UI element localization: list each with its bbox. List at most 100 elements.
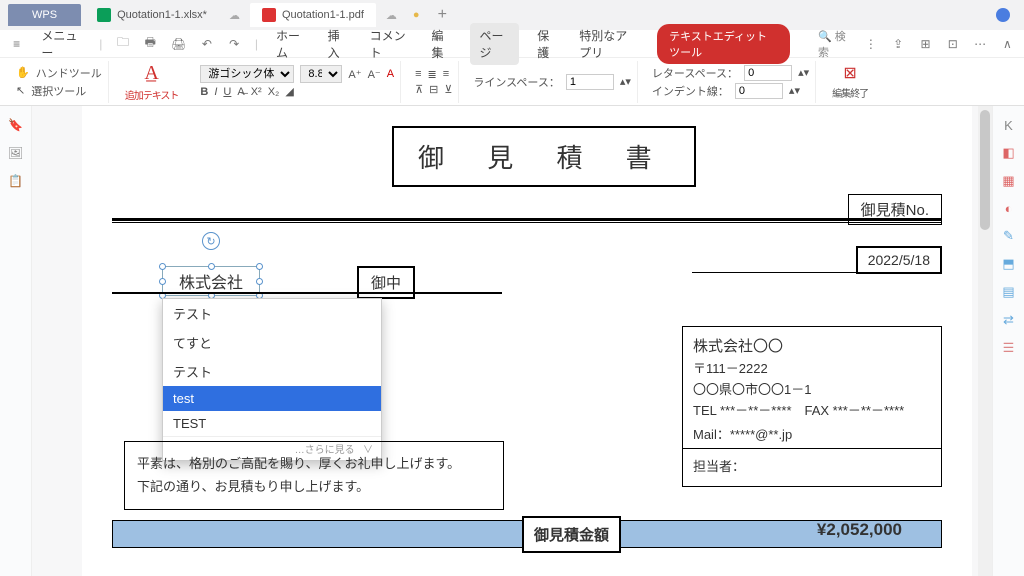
ime-candidate[interactable]: テスト — [163, 299, 381, 328]
tab-xlsx[interactable]: Quotation1-1.xlsx* — [85, 3, 219, 27]
menu-protect[interactable]: 保護 — [533, 27, 561, 61]
tool-icon[interactable]: ⬒ — [1002, 256, 1014, 272]
redo-icon[interactable]: ↷ — [228, 37, 241, 51]
resize-handle[interactable] — [256, 263, 263, 270]
image-icon[interactable]: 🖼 — [8, 146, 23, 160]
hamburger-icon[interactable]: ≡ — [10, 37, 23, 51]
valign-top-icon[interactable]: ⊼ — [415, 83, 423, 96]
select-tool[interactable]: 選択ツール — [31, 83, 86, 99]
share-icon[interactable]: ⇪ — [892, 37, 905, 51]
tool-icon[interactable]: ✎ — [1003, 228, 1014, 244]
divider — [112, 222, 942, 223]
align-right-icon[interactable]: ≡ — [443, 68, 449, 80]
cloud-icon: ☁ — [229, 9, 240, 22]
menu-textedit[interactable]: テキストエディットツール — [657, 24, 790, 64]
tool-icon[interactable]: ▤ — [1002, 284, 1014, 300]
scrollbar[interactable] — [978, 106, 992, 576]
shrink-font-icon[interactable]: A⁻ — [368, 68, 381, 81]
company-info-box: 株式会社〇〇 〒111－2222 〇〇県〇市〇〇1－1 TEL ***－**－*… — [682, 326, 942, 487]
tab-label: Quotation1-1.xlsx* — [117, 9, 207, 21]
total-amount: ¥2,052,000 — [817, 520, 902, 540]
pdf-icon — [262, 8, 276, 22]
subscript-icon[interactable]: X₂ — [268, 86, 280, 98]
chevron-icon[interactable]: ∧ — [1001, 37, 1014, 51]
search-input[interactable]: 🔍 検索 — [818, 28, 850, 60]
valign-bot-icon[interactable]: ⊻ — [444, 83, 452, 96]
hand-tool[interactable]: ハンドツール — [36, 65, 102, 81]
tool-icon[interactable]: ◐ — [1005, 201, 1013, 216]
font-size-select[interactable]: 8.8 — [300, 65, 342, 83]
overflow-icon[interactable]: ⋯ — [973, 37, 986, 51]
highlight-icon[interactable]: ◢ — [285, 85, 293, 98]
cloud-icon: ☁ — [386, 9, 397, 22]
company-name: 株式会社〇〇 — [693, 335, 931, 359]
indent-input[interactable] — [735, 83, 783, 99]
strike-icon[interactable]: A̶ — [237, 86, 244, 98]
font-select[interactable]: 游ゴシック体 — [200, 65, 294, 83]
left-sidebar: 🔖 🖼 📋 — [0, 106, 32, 576]
letterspace-input[interactable] — [744, 65, 792, 81]
content-area: 🔖 🖼 📋 御 見 積 書 御見積No. 2022/5/18 ↻ 株式会社 — [0, 106, 1024, 576]
spreadsheet-icon — [97, 8, 111, 22]
account-avatar[interactable] — [996, 8, 1010, 22]
onchu-label: 御中 — [357, 266, 415, 299]
ime-candidate[interactable]: テスト — [163, 357, 381, 386]
resize-handle[interactable] — [208, 263, 215, 270]
ime-candidate[interactable]: TEST — [163, 411, 381, 436]
menu-home[interactable]: ホーム — [272, 27, 310, 61]
document-canvas[interactable]: 御 見 積 書 御見積No. 2022/5/18 ↻ 株式会社 御中 — [32, 106, 992, 576]
linespace-input[interactable] — [566, 74, 614, 90]
new-tab-button[interactable]: + — [438, 6, 447, 24]
company-tanto: 担当者： — [693, 451, 931, 478]
linespace-label: ラインスペース： — [473, 74, 559, 90]
ime-candidate-selected[interactable]: test — [163, 386, 381, 411]
stepper-icon[interactable]: ▴▾ — [798, 66, 809, 79]
tool-icon[interactable]: ⇄ — [1003, 312, 1014, 328]
superscript-icon[interactable]: X² — [251, 86, 262, 98]
tool-icon[interactable]: ◧ — [1002, 145, 1014, 161]
menu-edit[interactable]: 編集 — [428, 27, 456, 61]
print-icon[interactable]: 🖨 — [171, 37, 186, 51]
align-left-icon[interactable]: ≡ — [415, 68, 421, 80]
menu-special[interactable]: 特別なアプリ — [575, 27, 643, 61]
add-text-button[interactable]: A̲ 追加テキスト — [117, 62, 187, 102]
greeting-line: 平素は、格別のご高配を賜り、厚くお礼申し上げます。 — [137, 452, 491, 475]
grow-font-icon[interactable]: A⁺ — [348, 68, 361, 81]
company-zip: 〒111－2222 — [693, 359, 931, 380]
menu-button[interactable]: メニュー — [37, 27, 85, 61]
k-icon[interactable]: K — [1004, 118, 1013, 133]
save-icon[interactable]: 🖶 — [144, 33, 157, 54]
company-mail: Mail：*****@**.jp — [683, 423, 941, 449]
bookmark-icon[interactable]: 🔖 — [8, 118, 23, 132]
ime-candidate[interactable]: てすと — [163, 328, 381, 357]
tool-icon[interactable]: ▦ — [1002, 173, 1014, 189]
undo-icon[interactable]: ↶ — [200, 37, 213, 51]
menu-insert[interactable]: 挿入 — [324, 27, 352, 61]
tool-icon[interactable]: ☰ — [1003, 340, 1015, 356]
stepper-icon[interactable]: ▴▾ — [620, 75, 631, 88]
align-center-icon[interactable]: ≣ — [427, 68, 436, 81]
scrollbar-thumb[interactable] — [980, 110, 990, 230]
resize-handle[interactable] — [159, 278, 166, 285]
settings-icon[interactable]: ⊞ — [919, 37, 932, 51]
divider — [692, 272, 942, 273]
more-icon[interactable]: ⋮ — [864, 37, 877, 51]
font-color-icon[interactable]: A — [387, 68, 394, 80]
menu-comment[interactable]: コメント — [366, 27, 414, 61]
rotate-handle[interactable]: ↻ — [202, 232, 220, 250]
bold-icon[interactable]: B — [200, 86, 208, 98]
clipboard-icon[interactable]: 📋 — [8, 174, 23, 188]
help-icon[interactable]: ⊡ — [946, 37, 959, 51]
resize-handle[interactable] — [256, 278, 263, 285]
stepper-icon[interactable]: ▴▾ — [789, 84, 800, 97]
menu-page[interactable]: ページ — [470, 23, 520, 65]
letterspace-label: レタースペース： — [652, 65, 738, 81]
valign-mid-icon[interactable]: ⊟ — [429, 83, 438, 96]
tab-wps[interactable]: WPS — [8, 4, 81, 26]
italic-icon[interactable]: I — [214, 86, 217, 98]
underline-icon[interactable]: U — [223, 86, 231, 98]
folder-icon[interactable]: 🗀 — [116, 33, 129, 54]
finish-edit-button[interactable]: ⊠ 編集終了 — [824, 63, 876, 100]
tab-pdf[interactable]: Quotation1-1.pdf — [250, 3, 376, 27]
resize-handle[interactable] — [159, 263, 166, 270]
